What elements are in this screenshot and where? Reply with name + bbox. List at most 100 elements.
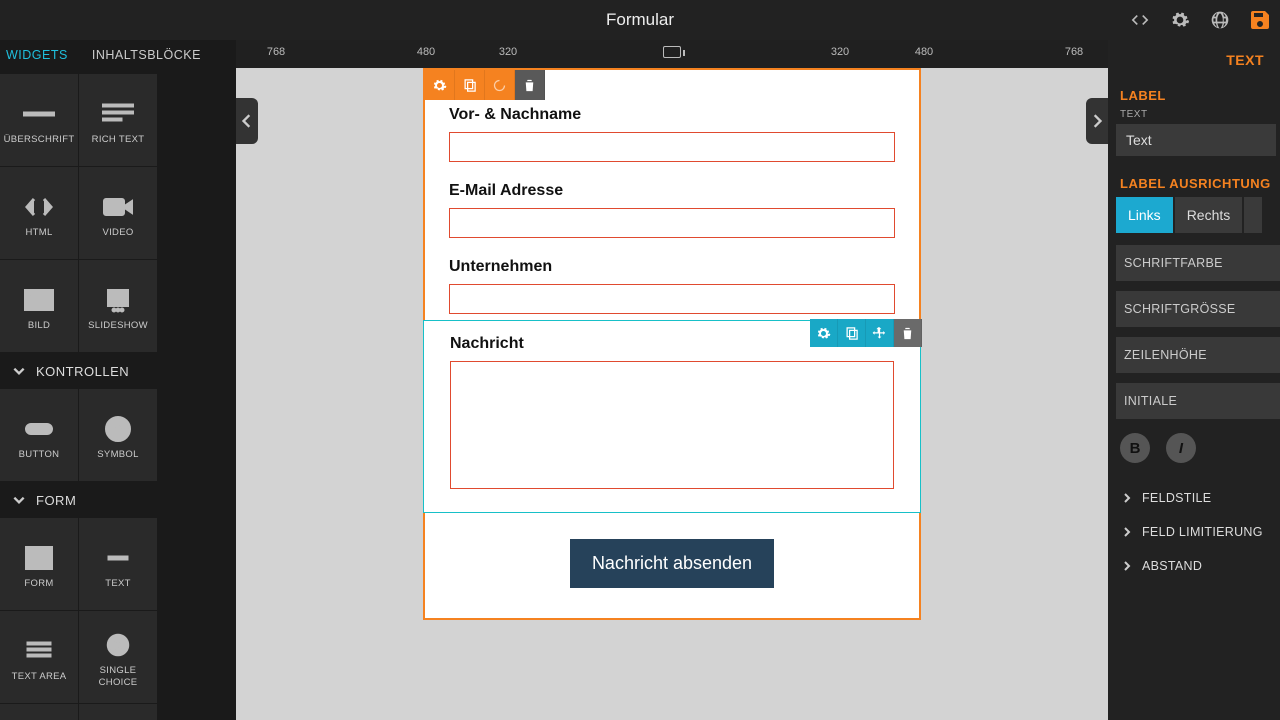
gear-icon[interactable] [1160,0,1200,40]
ruler-tick: 320 [499,46,517,58]
submit-button[interactable]: Nachricht absenden [570,539,774,588]
widget-label: TEXT AREA [8,671,71,683]
accordion-fieldstyles[interactable]: FELDSTILE [1116,481,1280,515]
widget-multiplechoice[interactable]: MULTIPLE CHOICE [79,704,157,720]
code-icon[interactable] [1120,0,1160,40]
canvas-area: 768 480 320 320 480 768 Vor- & Nachname … [236,40,1108,720]
widget-label: HTML [21,227,56,239]
widget-slideshow[interactable]: SLIDESHOW [79,260,157,352]
chevron-right-icon [1122,561,1132,571]
widget-grid-controls: BUTTON SYMBOL [0,389,236,482]
globe-icon[interactable] [1200,0,1240,40]
message-input[interactable] [450,361,894,489]
save-icon[interactable] [1240,0,1280,40]
element-toolbar [810,319,922,347]
collapse-left-panel[interactable] [236,98,258,144]
widget-singlechoice[interactable]: SINGLE CHOICE [79,611,157,703]
section-form[interactable]: FORM [0,482,236,518]
name-input[interactable] [449,132,895,162]
form-block[interactable]: Vor- & Nachname E-Mail Adresse Unternehm… [423,68,921,620]
app-title: Formular [606,10,674,30]
prop-line-height[interactable]: ZEILENHÖHE [1116,337,1280,373]
button-icon [23,409,55,449]
chevron-down-icon [12,364,26,378]
align-segment: Links Rechts [1116,197,1280,233]
widget-image[interactable]: BILD [0,260,78,352]
align-more-button[interactable] [1244,197,1262,233]
right-panel: TEXT LABEL TEXT LABEL AUSRICHTUNG Links … [1108,40,1280,720]
align-left-button[interactable]: Links [1116,197,1173,233]
block-duplicate-button[interactable] [455,70,485,100]
right-tab-label: TEXT [1226,52,1264,68]
ruler-tick: 768 [267,46,285,58]
align-right-button[interactable]: Rechts [1175,197,1243,233]
form-icon [23,538,55,578]
submit-row: Nachricht absenden [449,513,895,614]
widget-label: SINGLE CHOICE [79,665,157,689]
widget-video[interactable]: VIDEO [79,167,157,259]
field-email[interactable]: E-Mail Adresse [449,182,895,238]
field-name[interactable]: Vor- & Nachname [449,106,895,162]
right-tab[interactable]: TEXT [1108,40,1280,80]
heading-icon [23,94,55,134]
property-key: TEXT [1120,109,1280,120]
block-delete-button[interactable] [515,70,545,100]
widget-form[interactable]: FORM [0,518,78,610]
tab-widgets[interactable]: WIDGETS [0,40,74,74]
widget-label: TEXT [101,578,134,590]
widget-label: RICH TEXT [88,134,149,146]
italic-button[interactable]: I [1166,433,1196,463]
element-delete-button[interactable] [894,319,922,347]
form-canvas[interactable]: Vor- & Nachname E-Mail Adresse Unternehm… [423,68,921,620]
widget-textarea[interactable]: TEXT AREA [0,611,78,703]
widget-label: BUTTON [15,449,64,461]
accordion-spacing[interactable]: ABSTAND [1116,549,1280,583]
field-message[interactable]: Nachricht [450,335,894,494]
section-label: KONTROLLEN [36,364,129,379]
field-company[interactable]: Unternehmen [449,258,895,314]
block-loading-icon [485,70,515,100]
section-align-head: LABEL AUSRICHTUNG [1120,176,1280,191]
widget-symbol[interactable]: SYMBOL [79,389,157,481]
label-text-input[interactable] [1116,124,1276,156]
top-bar: Formular [0,0,1280,40]
block-settings-button[interactable] [425,70,455,100]
html-icon [23,187,55,227]
accordion-label: ABSTAND [1142,559,1202,573]
prop-font-color[interactable]: SCHRIFTFARBE [1116,245,1280,281]
breakpoint-ruler[interactable]: 768 480 320 320 480 768 [236,40,1108,68]
section-label: FORM [36,493,76,508]
widget-button[interactable]: BUTTON [0,389,78,481]
accordion-label: FELDSTILE [1142,491,1211,505]
image-icon [23,280,55,320]
collapse-right-panel[interactable] [1086,98,1108,144]
message-block-selected[interactable]: Nachricht [423,320,921,513]
textarea-icon [23,631,55,671]
widget-html[interactable]: HTML [0,167,78,259]
section-controls[interactable]: KONTROLLEN [0,353,236,389]
device-icon [663,46,681,58]
prop-initial[interactable]: INITIALE [1116,383,1280,419]
prop-font-size[interactable]: SCHRIFTGRÖSSE [1116,291,1280,327]
widget-heading[interactable]: ÜBERSCHRIFT [0,74,78,166]
video-icon [102,187,134,227]
richtext-icon [102,94,134,134]
element-settings-button[interactable] [810,319,838,347]
tab-content-blocks[interactable]: INHALTSBLÖCKE [86,40,207,74]
field-label: Unternehmen [449,258,895,276]
left-panel: WIDGETS INHALTSBLÖCKE ÜBERSCHRIFT RICH T… [0,40,236,720]
widget-text[interactable]: TEXT [79,518,157,610]
chevron-right-icon [1122,527,1132,537]
element-duplicate-button[interactable] [838,319,866,347]
email-input[interactable] [449,208,895,238]
widget-label: VIDEO [98,227,137,239]
field-label: E-Mail Adresse [449,182,895,200]
widget-select[interactable]: SELECT [0,704,78,720]
bold-button[interactable]: B [1120,433,1150,463]
company-input[interactable] [449,284,895,314]
widget-richtext[interactable]: RICH TEXT [79,74,157,166]
element-move-button[interactable] [866,319,894,347]
widget-label: SYMBOL [93,449,142,461]
ruler-tick: 480 [915,46,933,58]
accordion-field-limit[interactable]: FELD LIMITIERUNG [1116,515,1280,549]
